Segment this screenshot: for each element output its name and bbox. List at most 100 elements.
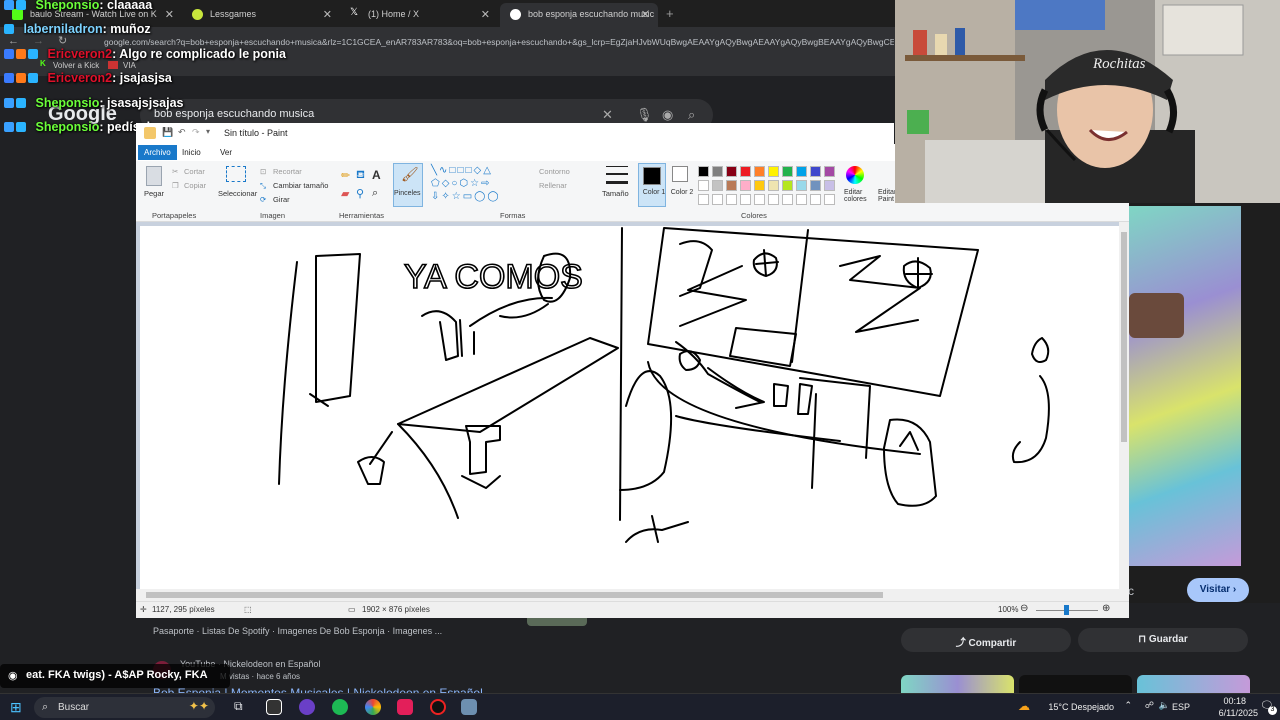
chat-username[interactable]: Ericveron2 xyxy=(47,47,112,61)
close-tab-icon[interactable]: ✕ xyxy=(165,8,174,21)
palette-custom-swatch[interactable] xyxy=(726,194,737,205)
keyboard-language[interactable]: ESP xyxy=(1172,702,1190,712)
vertical-scroll-thumb[interactable] xyxy=(1121,232,1127,442)
obs-icon[interactable] xyxy=(430,699,446,715)
quick-access-dropdown-icon[interactable]: ▾ xyxy=(206,127,210,136)
pencil-icon[interactable]: ✏ xyxy=(341,169,350,182)
windows-start-icon[interactable]: ⊞ xyxy=(10,699,22,716)
edit-colors-icon[interactable] xyxy=(846,166,864,184)
fill-dropdown[interactable]: Rellenar xyxy=(539,181,567,190)
chrome-icon[interactable] xyxy=(365,699,381,715)
chat-username[interactable]: Ericveron2 xyxy=(47,71,112,85)
palette-swatch[interactable] xyxy=(712,166,723,177)
color2-swatch[interactable] xyxy=(672,166,688,182)
eraser-icon[interactable]: ▰ xyxy=(341,187,349,200)
close-tab-icon[interactable]: ✕ xyxy=(323,8,332,21)
clock-time[interactable]: 00:18 xyxy=(1223,696,1246,706)
url-field[interactable]: google.com/search?q=bob+esponja+escuchan… xyxy=(104,37,894,47)
drawing-canvas[interactable]: YA COMOS xyxy=(140,226,1119,589)
clock-date[interactable]: 6/11/2025 xyxy=(1219,708,1258,718)
clear-icon[interactable]: ✕ xyxy=(602,107,613,123)
palette-custom-swatch[interactable] xyxy=(796,194,807,205)
palette-swatch[interactable] xyxy=(726,166,737,177)
size-icon[interactable] xyxy=(606,166,628,184)
chat-username[interactable]: Sheponsio xyxy=(35,120,99,134)
palette-swatch[interactable] xyxy=(810,166,821,177)
palette-swatch[interactable] xyxy=(726,180,737,191)
palette-custom-swatch[interactable] xyxy=(810,194,821,205)
volume-icon[interactable]: 🔈 xyxy=(1159,700,1170,711)
palette-swatch[interactable] xyxy=(698,180,709,191)
tray-chevron-icon[interactable]: ⌃ xyxy=(1124,700,1132,711)
palette-custom-swatch[interactable] xyxy=(712,194,723,205)
palette-swatch[interactable] xyxy=(782,180,793,191)
palette-swatch[interactable] xyxy=(754,180,765,191)
chat-username[interactable]: Sheponsio xyxy=(35,0,99,12)
palette-swatch[interactable] xyxy=(754,166,765,177)
vertical-scrollbar[interactable] xyxy=(1119,222,1129,591)
mic-icon[interactable]: 🎙 xyxy=(636,107,653,123)
palette-swatch[interactable] xyxy=(768,180,779,191)
twitch-helper-app-icon[interactable] xyxy=(299,699,315,715)
save-button[interactable]: ⊓ Guardar xyxy=(1078,628,1248,652)
result-thumbnail[interactable] xyxy=(527,618,587,626)
chat-username[interactable]: Sheponsio xyxy=(35,96,99,110)
related-image-thumb[interactable] xyxy=(1137,675,1250,693)
fill-icon[interactable]: ⛾ xyxy=(356,169,365,183)
shapes-gallery[interactable]: ╲∿□□□◇△ ⬠◇○⬡☆⇨ ⇩✧☆▭◯◯ xyxy=(431,164,527,204)
cut-button[interactable]: Cortar xyxy=(184,167,205,176)
new-tab-button[interactable]: + xyxy=(666,6,674,21)
palette-custom-swatch[interactable] xyxy=(698,194,709,205)
palette-custom-swatch[interactable] xyxy=(754,194,765,205)
crop-button[interactable]: Recortar xyxy=(273,167,302,176)
zoom-slider-thumb[interactable] xyxy=(1064,605,1069,615)
tab-lessgames[interactable]: Lessgames ✕ xyxy=(182,3,340,27)
related-image-thumb[interactable] xyxy=(1019,675,1132,693)
terminal-app-icon[interactable] xyxy=(266,699,282,715)
bookmark-via[interactable]: VIA xyxy=(123,61,136,70)
bookmark-volver-kick[interactable]: Volver a Kick xyxy=(53,61,99,70)
select-button[interactable]: Seleccionar xyxy=(218,189,257,198)
menu-home[interactable]: Inicio xyxy=(176,147,207,158)
forward-icon[interactable]: → xyxy=(33,35,44,47)
rotate-button[interactable]: Girar xyxy=(273,195,290,204)
tab-google-search[interactable]: bob esponja escuchando music ✕ xyxy=(500,3,658,27)
palette-custom-swatch[interactable] xyxy=(768,194,779,205)
palette-swatch[interactable] xyxy=(824,180,835,191)
select-icon[interactable] xyxy=(226,166,246,182)
palette-swatch[interactable] xyxy=(824,166,835,177)
visit-button[interactable]: Visitar › xyxy=(1187,578,1249,602)
brushes-button[interactable]: 🖌 Pinceles xyxy=(393,163,423,207)
spotify-icon[interactable] xyxy=(332,699,348,715)
text-icon[interactable]: A xyxy=(372,168,381,182)
palette-custom-swatch[interactable] xyxy=(782,194,793,205)
undo-icon[interactable]: ↶ xyxy=(178,127,186,138)
network-icon[interactable]: ☍ xyxy=(1145,700,1154,711)
tiktok-icon[interactable] xyxy=(397,699,413,715)
redo-icon[interactable]: ↷ xyxy=(192,127,200,138)
lens-icon[interactable]: ◉ xyxy=(662,107,673,123)
close-tab-icon[interactable]: ✕ xyxy=(481,8,490,21)
palette-swatch[interactable] xyxy=(796,180,807,191)
back-icon[interactable]: ← xyxy=(8,35,19,47)
color1-button[interactable]: Color 1 xyxy=(638,163,666,207)
taskbar-search[interactable]: ⌕ Buscar ✦✦ xyxy=(34,697,215,718)
palette-custom-swatch[interactable] xyxy=(740,194,751,205)
palette-swatch[interactable] xyxy=(740,180,751,191)
edit-colors-button[interactable]: Editar colores xyxy=(844,189,870,203)
size-button[interactable]: Tamaño xyxy=(602,189,629,198)
result-tags-text[interactable]: Pasaporte · Listas De Spotify · Imagenes… xyxy=(153,626,442,636)
copy-button[interactable]: Copiar xyxy=(184,181,206,190)
horizontal-scrollbar[interactable] xyxy=(136,589,1129,601)
share-button[interactable]: ⤴ Compartir xyxy=(901,628,1071,652)
zoom-out-icon[interactable]: ⊖ xyxy=(1020,603,1028,614)
palette-swatch[interactable] xyxy=(740,166,751,177)
color2-label[interactable]: Color 2 xyxy=(670,189,694,196)
menu-view[interactable]: Ver xyxy=(214,147,238,158)
paste-button[interactable]: Pegar xyxy=(144,189,164,198)
palette-swatch[interactable] xyxy=(796,166,807,177)
palette-swatch[interactable] xyxy=(768,166,779,177)
palette-swatch[interactable] xyxy=(698,166,709,177)
palette-custom-swatch[interactable] xyxy=(824,194,835,205)
color-picker-icon[interactable]: ⚲ xyxy=(356,187,364,200)
